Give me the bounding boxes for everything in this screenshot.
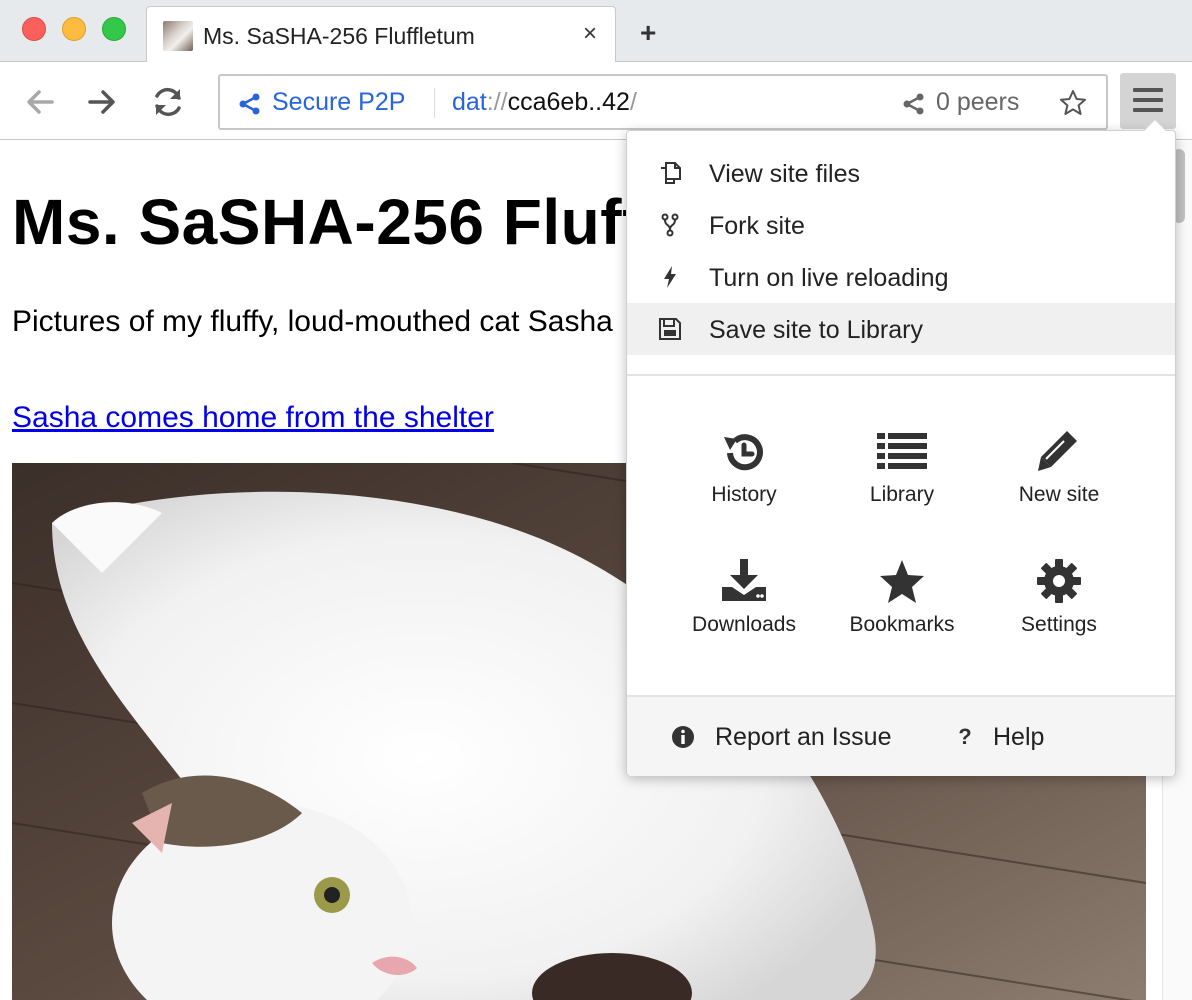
close-window-button[interactable] bbox=[22, 17, 46, 41]
menu-grid-history[interactable]: History bbox=[665, 427, 823, 527]
url-trailing-slash: / bbox=[629, 88, 637, 116]
address-bar[interactable]: Secure P2P dat://cca6eb..42/ 0 peers bbox=[218, 74, 1108, 130]
files-icon bbox=[661, 162, 681, 184]
browser-menu-dropdown: View site files Fork site Turn on live r… bbox=[626, 118, 1176, 776]
reload-icon bbox=[155, 87, 181, 117]
arrow-left-icon bbox=[27, 90, 54, 114]
menu-item-live-reloading[interactable]: Turn on live reloading bbox=[627, 251, 1175, 303]
help-label: Help bbox=[993, 723, 1045, 751]
menu-grid-downloads[interactable]: Downloads bbox=[665, 557, 823, 657]
menu-grid-settings[interactable]: Settings bbox=[980, 557, 1138, 657]
tab-close-button[interactable]: × bbox=[583, 21, 597, 47]
tab-title: Ms. SaSHA-256 Fluffletum bbox=[203, 23, 475, 49]
reload-button[interactable] bbox=[148, 82, 188, 122]
share-network-icon bbox=[239, 93, 260, 115]
post-link[interactable]: Sasha comes home from the shelter bbox=[12, 401, 494, 435]
hamburger-icon bbox=[1133, 88, 1163, 92]
menu-separator bbox=[627, 374, 1175, 376]
tab-favicon bbox=[163, 21, 193, 51]
menu-item-label: Save site to Library bbox=[709, 316, 923, 344]
grid-label: Settings bbox=[1021, 613, 1097, 636]
secure-p2p-badge[interactable]: Secure P2P bbox=[272, 88, 405, 117]
arrow-right-icon bbox=[88, 90, 115, 114]
peers-share-icon bbox=[903, 93, 924, 115]
new-tab-button[interactable]: + bbox=[640, 18, 656, 48]
menu-item-view-site-files[interactable]: View site files bbox=[627, 147, 1175, 199]
help-button[interactable]: ? Help bbox=[953, 723, 1063, 753]
browser-menu-button[interactable] bbox=[1120, 73, 1176, 129]
bookmark-star-icon[interactable] bbox=[1058, 88, 1088, 118]
star-icon bbox=[880, 560, 924, 603]
list-icon bbox=[877, 433, 927, 469]
navigation-bar: Secure P2P dat://cca6eb..42/ 0 peers bbox=[0, 62, 1192, 140]
menu-item-label: Fork site bbox=[709, 212, 805, 240]
grid-label: Library bbox=[869, 483, 935, 506]
gear-icon bbox=[1037, 559, 1081, 603]
page-description: Pictures of my fluffy, loud-mouthed cat … bbox=[12, 305, 613, 338]
url-separator: :// bbox=[486, 88, 508, 116]
menu-footer: Report an Issue ? Help bbox=[627, 697, 1175, 776]
save-icon bbox=[659, 318, 681, 340]
menu-grid-library[interactable]: Library bbox=[823, 427, 981, 527]
forward-button[interactable] bbox=[82, 82, 122, 122]
menu-grid-bookmarks[interactable]: Bookmarks bbox=[823, 557, 981, 657]
url-host: cca6eb..42 bbox=[507, 88, 630, 116]
active-tab[interactable]: Ms. SaSHA-256 Fluffletum × bbox=[146, 6, 616, 63]
fork-icon bbox=[661, 213, 679, 237]
download-icon bbox=[722, 559, 766, 601]
grid-label: New site bbox=[1018, 483, 1100, 506]
back-button[interactable] bbox=[20, 82, 60, 122]
report-issue-button[interactable]: Report an Issue bbox=[671, 723, 921, 753]
zoom-window-button[interactable] bbox=[102, 17, 126, 41]
url-text[interactable]: dat://cca6eb..42/ bbox=[452, 88, 637, 117]
menu-item-label: View site files bbox=[709, 160, 860, 188]
bolt-icon bbox=[664, 266, 676, 288]
hamburger-icon-bar bbox=[1133, 98, 1163, 102]
url-scheme: dat bbox=[452, 88, 487, 116]
pencil-icon bbox=[1038, 431, 1077, 471]
minimize-window-button[interactable] bbox=[62, 17, 86, 41]
hamburger-icon-bar bbox=[1133, 108, 1163, 112]
window-titlebar: Ms. SaSHA-256 Fluffletum × + bbox=[0, 0, 1192, 63]
history-icon bbox=[724, 434, 763, 471]
menu-grid-new-site[interactable]: New site bbox=[980, 427, 1138, 527]
menu-item-save-to-library[interactable]: Save site to Library bbox=[627, 303, 1175, 355]
url-divider bbox=[434, 88, 435, 118]
report-issue-label: Report an Issue bbox=[715, 723, 892, 751]
grid-label: Bookmarks bbox=[849, 613, 955, 636]
menu-item-label: Turn on live reloading bbox=[709, 264, 949, 292]
grid-label: Downloads bbox=[692, 613, 796, 636]
grid-label: History bbox=[711, 483, 777, 506]
question-icon: ? bbox=[958, 724, 972, 749]
peers-count[interactable]: 0 peers bbox=[936, 88, 1019, 117]
info-icon bbox=[672, 726, 694, 748]
menu-item-fork-site[interactable]: Fork site bbox=[627, 199, 1175, 251]
